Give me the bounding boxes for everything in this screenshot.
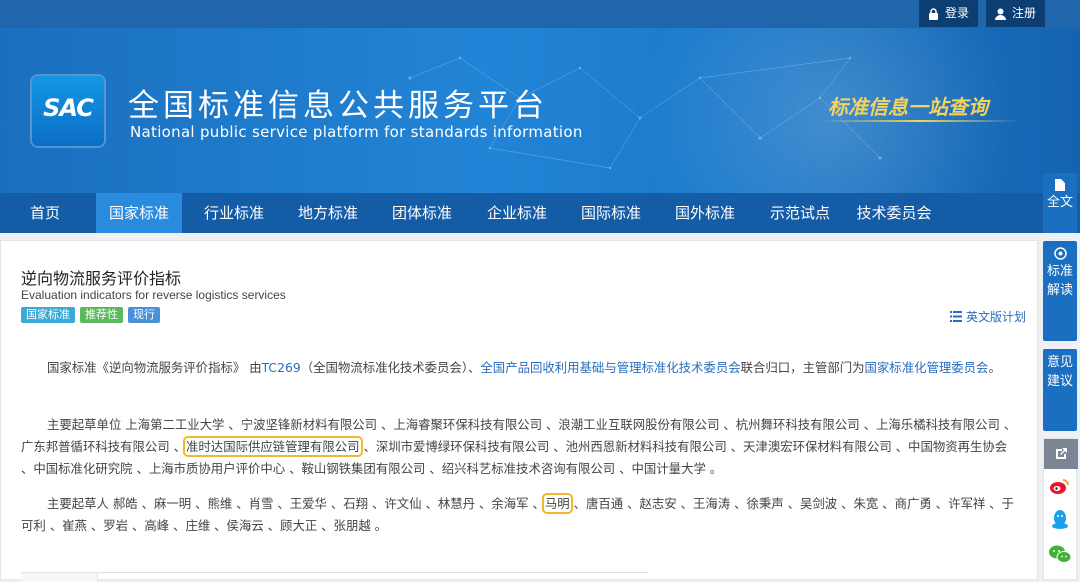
standard-title-en: Evaluation indicators for reverse logist… [21,288,286,302]
side-feedback-button[interactable]: 意见建议 [1043,349,1077,431]
share-weibo[interactable] [1044,469,1076,503]
share-panel [1043,438,1078,580]
nav-technical-committees[interactable]: 技术委员会 [848,193,940,233]
standard-detail-panel: 逆向物流服务评价指标 Evaluation indicators for rev… [0,240,1038,582]
wechat-icon [1049,545,1072,563]
side-feedback-label: 意见建议 [1046,355,1073,389]
sac-admin-link[interactable]: 国家标准化管理委员会 [865,360,989,375]
side-full-text-button[interactable]: 全文 [1043,173,1077,233]
highlighted-drafting-unit: 准时达国际供应链管理有限公司 [183,436,363,457]
attribution-paragraph: 国家标准《逆向物流服务评价指标》 由TC269（全国物流标准化技术委员会）、全国… [21,357,1017,379]
list-icon [949,311,962,322]
sac-logo[interactable]: SAC [32,76,104,146]
nav-national-standards[interactable]: 国家标准 [96,193,182,233]
main-nav: 首页 国家标准 行业标准 地方标准 团体标准 企业标准 国际标准 国外标准 示范… [0,193,1080,233]
share-qq[interactable] [1044,503,1076,537]
attribution-text-4: 。 [988,360,1001,375]
login-button[interactable]: 登录 [919,0,978,27]
nav-home[interactable]: 首页 [0,193,90,233]
lock-icon [928,7,938,20]
highlighted-drafter: 马明 [541,493,573,514]
share-wechat[interactable] [1044,537,1076,571]
standard-title: 逆向物流服务评价指标 [21,269,182,288]
side-interpretation-button[interactable]: 标准解读 [1043,241,1077,341]
site-subtitle: National public service platform for sta… [130,123,583,141]
attribution-text-3: 联合归口，主管部门为 [740,360,865,375]
drafters-text: 主要起草人 郝皓 、麻一明 、熊维 、肖雪 、王爱华 、石翔 、许文仙 、林慧丹… [47,496,545,511]
weibo-icon [1050,479,1069,494]
english-version-plan-link[interactable]: 英文版计划 [949,308,1026,325]
slogan: 标准信息一站查询 [828,95,988,119]
logo-text: SAC [43,94,94,122]
slogan-underline [820,120,1020,122]
nav-international-standards[interactable]: 国际标准 [567,193,655,233]
header-banner: SAC 全国标准信息公共服务平台 National public service… [0,28,1080,193]
nav-group-standards[interactable]: 团体标准 [378,193,466,233]
share-header [1044,439,1078,469]
drafting-units-paragraph: 主要起草单位 上海第二工业大学 、宁波坚锋新材料有限公司 、上海睿聚环保科技有限… [21,414,1017,480]
nav-enterprise-standards[interactable]: 企业标准 [473,193,561,233]
info-table-cell [21,573,98,582]
tag-recommended: 推荐性 [80,307,123,323]
site-title: 全国标准信息公共服务平台 [128,88,548,124]
tag-current: 现行 [128,307,160,323]
nav-foreign-standards[interactable]: 国外标准 [661,193,749,233]
register-label: 注册 [1011,6,1036,20]
english-version-plan-label: 英文版计划 [965,310,1026,324]
document-icon [1055,179,1065,191]
tag-national-standard: 国家标准 [21,307,75,323]
top-bar: 登录 注册 [0,0,1080,28]
user-icon [994,8,1006,20]
side-interpretation-label: 标准解读 [1046,264,1073,298]
attribution-text-1: 国家标准《逆向物流服务评价指标》 由 [47,360,262,375]
drafters-paragraph: 主要起草人 郝皓 、麻一明 、熊维 、肖雪 、王爱华 、石翔 、许文仙 、林慧丹… [21,493,1017,537]
login-label: 登录 [944,6,969,20]
register-button[interactable]: 注册 [986,0,1045,27]
nav-local-standards[interactable]: 地方标准 [284,193,372,233]
qq-icon [1052,510,1068,529]
info-table-top [21,572,649,582]
committee-link[interactable]: 全国产品回收利用基础与管理标准化技术委员会 [480,360,740,375]
circle-dot-icon [1053,247,1067,260]
attribution-text-2: （全国物流标准化技术委员会）、 [300,360,481,375]
tc269-link[interactable]: TC269 [262,360,301,375]
side-full-text-label: 全文 [1046,195,1073,210]
nav-industry-standards[interactable]: 行业标准 [190,193,278,233]
nav-pilot-demonstration[interactable]: 示范试点 [756,193,844,233]
share-icon [1056,448,1067,459]
standard-tags: 国家标准 推荐性 现行 [21,307,160,323]
